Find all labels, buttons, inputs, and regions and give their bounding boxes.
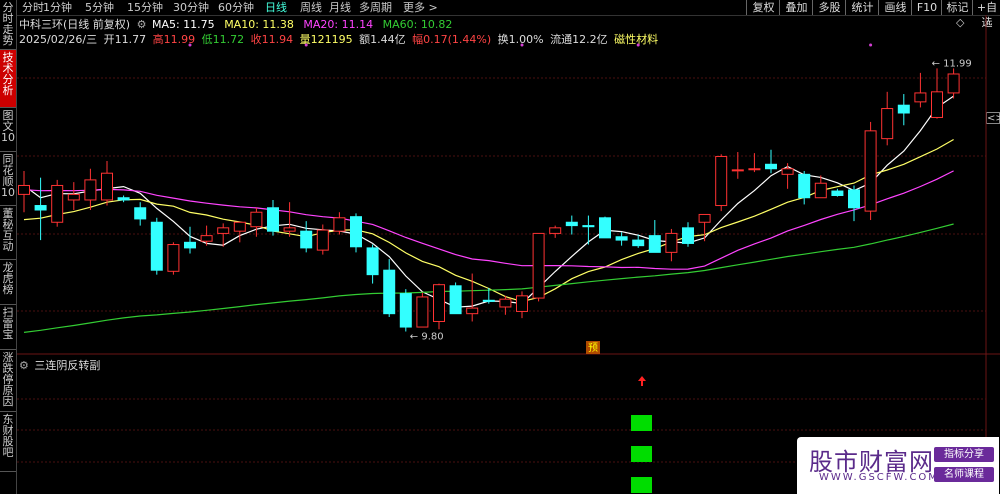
ma60-line xyxy=(23,223,954,333)
high-price-label: ← 11.99 xyxy=(932,58,972,69)
candle-body-49 xyxy=(831,190,844,196)
ma10-line xyxy=(23,138,954,303)
candle-body-28 xyxy=(482,299,495,302)
signal-block-1 xyxy=(631,446,652,462)
candle-body-47 xyxy=(798,173,811,199)
candle-body-8 xyxy=(150,221,163,271)
candle-body-6 xyxy=(117,197,130,201)
candle-body-24 xyxy=(416,296,429,328)
signal-block-0 xyxy=(631,415,652,431)
gear-icon[interactable]: ⚙ xyxy=(19,359,29,372)
marker-dot-4 xyxy=(869,43,873,47)
candle-body-1 xyxy=(34,205,47,211)
candle-body-54 xyxy=(914,92,927,103)
candle-body-0 xyxy=(18,184,30,195)
candle-body-19 xyxy=(333,217,346,232)
candle-body-39 xyxy=(665,232,678,253)
candle-body-27 xyxy=(466,307,479,315)
candle-body-50 xyxy=(848,189,860,209)
candle-body-38 xyxy=(648,235,661,253)
candle-body-12 xyxy=(217,227,230,234)
candle-body-53 xyxy=(897,104,910,114)
candle-body-32 xyxy=(549,227,562,234)
watermark-badge-indicator: 指标分享 xyxy=(934,447,994,462)
candle-body-35 xyxy=(599,217,611,239)
candle-body-30 xyxy=(516,295,528,312)
candle-body-52 xyxy=(881,108,894,140)
candle-body-15 xyxy=(267,207,279,232)
candle-body-23 xyxy=(399,293,412,328)
candle-body-13 xyxy=(233,221,246,232)
candle-body-29 xyxy=(499,298,512,308)
signal-block-2 xyxy=(631,477,652,493)
candle-body-5 xyxy=(101,172,113,201)
candle-body-25 xyxy=(433,284,445,322)
ma20-line xyxy=(23,170,954,270)
candle-body-40 xyxy=(682,227,694,244)
marker-dot-3 xyxy=(636,43,640,47)
candle-body-37 xyxy=(632,239,645,247)
candle-body-22 xyxy=(383,269,396,315)
candle-body-10 xyxy=(184,241,196,249)
candle-body-3 xyxy=(67,193,80,201)
candle-body-46 xyxy=(781,168,794,175)
candle-body-42 xyxy=(715,155,728,207)
marker-dot-0 xyxy=(188,43,192,47)
candle-body-31 xyxy=(532,232,545,299)
signal-arrow-icon xyxy=(638,376,646,386)
candle-body-36 xyxy=(615,236,628,241)
candle-body-17 xyxy=(300,230,313,249)
candle-body-43 xyxy=(731,169,744,172)
ma5-line xyxy=(23,95,954,308)
sub-panel-title: 三连阴反转副 xyxy=(34,359,101,372)
candle-body-56 xyxy=(947,73,960,94)
candle-body-51 xyxy=(864,130,877,212)
candle-body-18 xyxy=(316,229,329,251)
candle-body-2 xyxy=(51,184,64,223)
candle-body-4 xyxy=(84,179,97,201)
candle-body-7 xyxy=(134,207,147,220)
candle-body-55 xyxy=(931,91,943,118)
watermark-badge-course: 名师课程 xyxy=(934,467,994,482)
marker-dot-1 xyxy=(304,43,308,47)
candle-body-44 xyxy=(748,168,761,171)
candle-body-11 xyxy=(200,235,213,242)
candle-body-20 xyxy=(350,216,362,248)
candle-body-9 xyxy=(167,244,180,272)
watermark-sub: WWW.GSCFW.COM xyxy=(819,472,939,483)
candle-body-21 xyxy=(366,247,379,276)
pre-marker-text: 预 xyxy=(588,342,598,354)
sub-panel-header: ⚙ 三连阴反转副 xyxy=(19,357,100,373)
candle-body-33 xyxy=(565,221,578,227)
candle-body-34 xyxy=(582,225,595,228)
kline-chart[interactable]: ← 11.99 ← 9.80 预 xyxy=(0,0,1000,494)
candle-body-26 xyxy=(449,285,462,315)
candle-body-45 xyxy=(765,163,777,170)
watermark-logo: 股市财富网 WWW.GSCFW.COM 指标分享 名师课程 xyxy=(797,437,999,494)
candle-body-16 xyxy=(283,227,296,232)
low-price-label: ← 9.80 xyxy=(410,332,444,343)
marker-dot-2 xyxy=(520,43,524,47)
candle-body-48 xyxy=(814,182,827,199)
candle-body-41 xyxy=(698,213,711,223)
candle-body-14 xyxy=(250,211,263,228)
